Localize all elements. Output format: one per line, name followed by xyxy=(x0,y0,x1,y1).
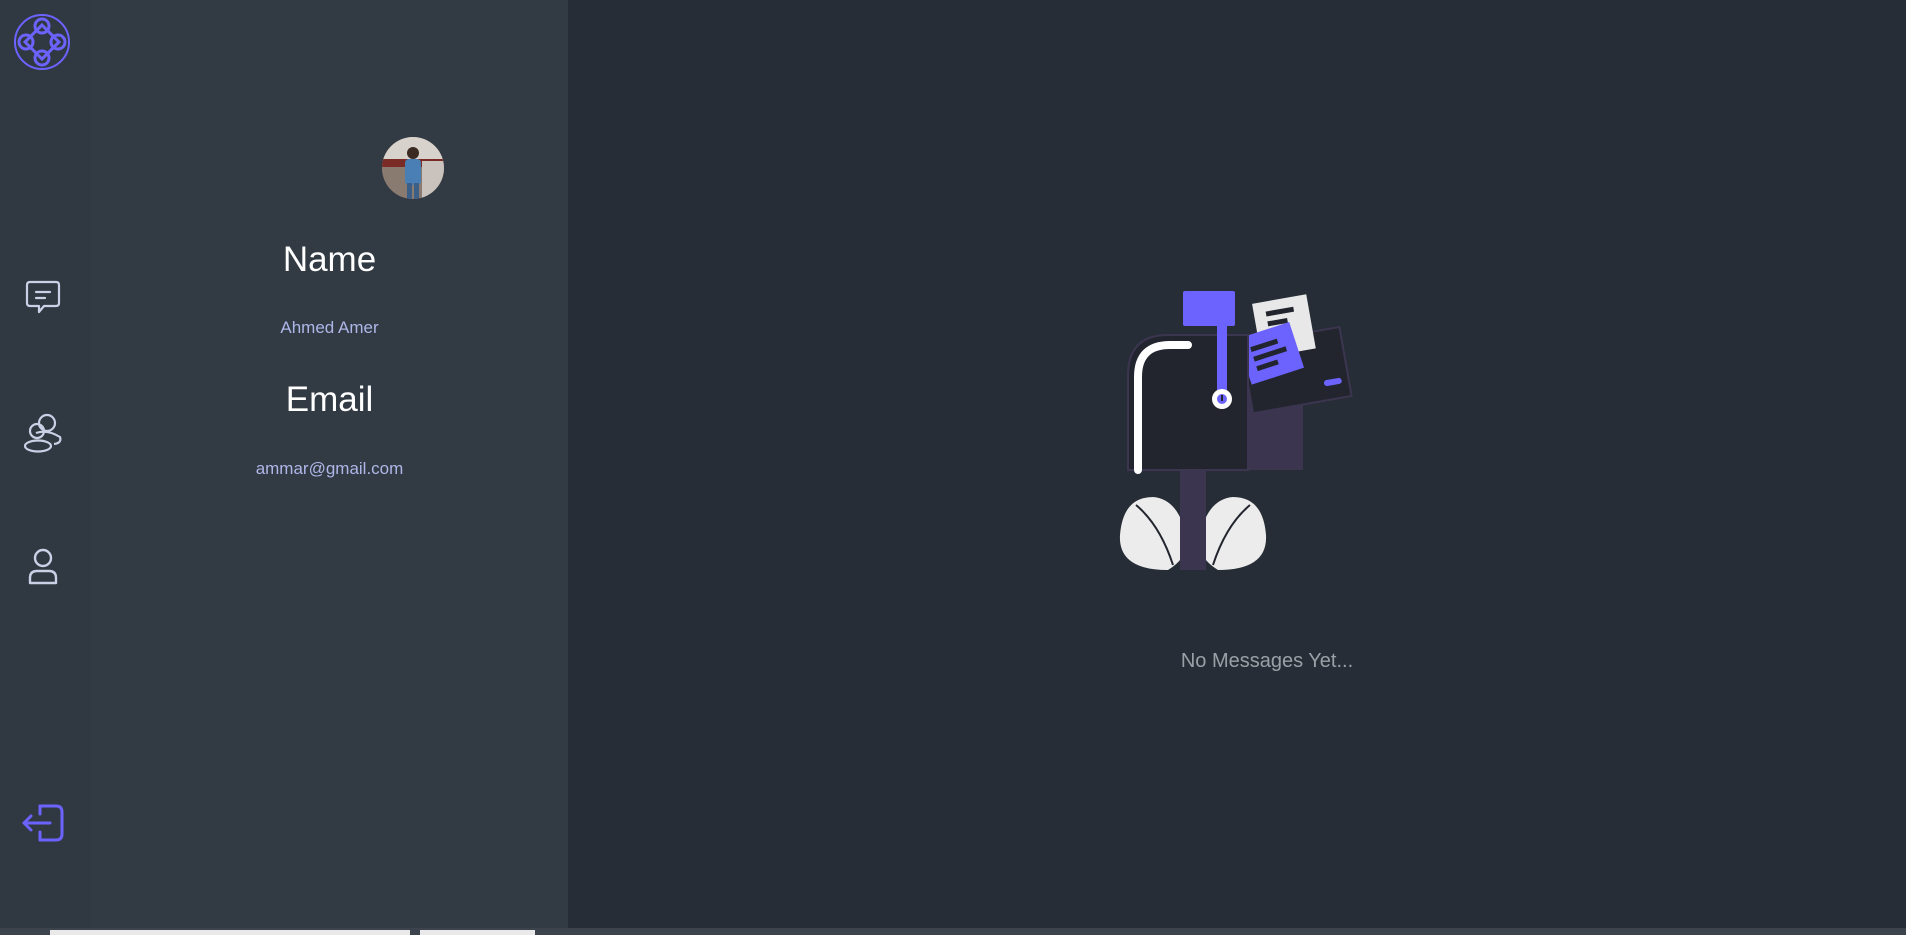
chat-bubble-icon xyxy=(24,278,62,321)
nav-profile-button[interactable] xyxy=(19,545,67,593)
email-value: ammar@gmail.com xyxy=(255,459,404,478)
user-icon xyxy=(24,547,62,592)
nav-chats-button[interactable] xyxy=(19,275,67,323)
profile-panel: Name Ahmed Amer Email ammar@gmail.com xyxy=(91,0,568,935)
nav-friends-button[interactable] xyxy=(19,410,67,458)
chat-area: No Messages Yet... xyxy=(568,0,1906,928)
email-label: Email xyxy=(285,380,374,419)
nav-rail xyxy=(0,0,91,935)
mailbox-empty-illustration xyxy=(1098,285,1398,585)
scrollbar-segment xyxy=(420,930,535,935)
app-root: Name Ahmed Amer Email ammar@gmail.com No… xyxy=(0,0,1906,935)
logout-button[interactable] xyxy=(19,801,67,849)
name-value: Ahmed Amer xyxy=(280,318,379,337)
empty-state-message: No Messages Yet... xyxy=(1180,650,1354,672)
logout-icon xyxy=(20,800,66,851)
celtic-knot-logo-icon[interactable] xyxy=(12,12,72,72)
users-icon xyxy=(22,411,64,458)
name-label: Name xyxy=(282,240,377,279)
scrollbar-thumb[interactable] xyxy=(50,930,410,935)
avatar[interactable] xyxy=(382,137,444,199)
horizontal-scrollbar[interactable] xyxy=(0,928,1906,935)
